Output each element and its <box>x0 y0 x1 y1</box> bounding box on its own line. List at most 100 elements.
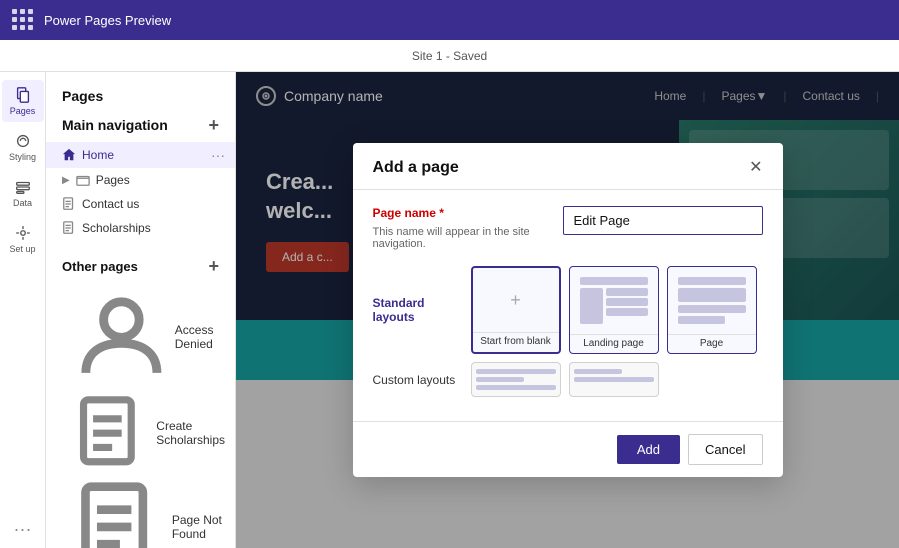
data-icon <box>14 178 32 196</box>
custom-lines-1 <box>476 369 556 390</box>
r-bar-2 <box>606 298 647 306</box>
c-line-2 <box>476 377 524 382</box>
folder-icon <box>76 173 90 187</box>
contact-page-icon <box>62 197 76 211</box>
rail-label-pages: Pages <box>10 106 36 116</box>
modal-close-button[interactable]: ✕ <box>749 160 762 176</box>
blank-label: Start from blank <box>473 332 559 351</box>
c-line-1 <box>476 369 556 374</box>
layout-card-landing[interactable]: Landing page <box>569 266 659 354</box>
modal-footer: Add Cancel <box>353 421 783 477</box>
r-bar-3 <box>606 308 647 316</box>
home-more-button[interactable]: ··· <box>211 147 225 163</box>
layout-card-page[interactable]: Page <box>667 266 757 354</box>
landing-layout <box>576 273 652 328</box>
landing-top-bar <box>580 277 648 285</box>
styling-icon <box>14 132 32 150</box>
standard-layouts-row: Standard layouts + Start from blank <box>373 266 763 354</box>
rail-label-styling: Styling <box>9 152 36 162</box>
page-top-bar <box>678 277 746 285</box>
home-icon <box>62 148 76 162</box>
sidebar-item-pages[interactable]: ▶ Pages <box>46 168 235 192</box>
rail-item-styling[interactable]: Styling <box>2 126 44 168</box>
landing-card-inner <box>570 267 658 334</box>
content-area: ↖ Company name Home | Pages▼ <box>236 72 899 548</box>
main-nav-heading: Main navigation + <box>46 112 235 142</box>
custom-lines-2 <box>574 369 654 382</box>
add-main-nav-button[interactable]: + <box>208 116 219 134</box>
rail-item-data[interactable]: Data <box>2 172 44 214</box>
c-line-3 <box>476 385 556 390</box>
add-page-button[interactable]: Add <box>617 435 680 464</box>
custom-layouts-label: Custom layouts <box>373 373 463 387</box>
custom-layout-cards <box>471 362 659 397</box>
modal-overlay: Add a page ✕ Page name * This name will … <box>236 72 899 548</box>
add-other-pages-button[interactable]: + <box>208 256 219 277</box>
scholarships-page-icon <box>62 221 76 235</box>
page-mid-bar <box>678 288 746 302</box>
pages-nav-label: Pages <box>96 173 130 187</box>
standard-layouts-label: Standard layouts <box>373 296 463 324</box>
custom-layout-card-1[interactable] <box>471 362 561 397</box>
c2-line-2 <box>574 377 654 382</box>
create-scholarships-icon <box>74 395 150 471</box>
sidebar-item-create-scholarships[interactable]: Create Scholarships <box>46 390 235 476</box>
page-bot-bar <box>678 316 726 324</box>
landing-row <box>580 288 648 324</box>
page-mid-bar2 <box>678 305 746 313</box>
cancel-button[interactable]: Cancel <box>688 434 762 465</box>
layout-card-blank[interactable]: + Start from blank <box>471 266 561 354</box>
sidebar-item-home[interactable]: Home ··· <box>46 142 235 168</box>
standard-layout-cards: + Start from blank <box>471 266 757 354</box>
field-text-group: Page name * This name will appear in the… <box>373 206 547 250</box>
custom-card-1-inner <box>472 363 560 396</box>
main-layout: Pages Styling Data Set up ··· <box>0 72 899 548</box>
setup-icon <box>14 224 32 242</box>
blank-icon: + <box>479 274 553 326</box>
app-title: Power Pages Preview <box>44 13 171 28</box>
modal-body: Page name * This name will appear in the… <box>353 190 783 421</box>
chevron-right-icon: ▶ <box>62 175 70 186</box>
field-hint: This name will appear in the site naviga… <box>373 226 547 250</box>
sidebar-title: Pages <box>46 84 235 112</box>
page-layout <box>674 273 750 328</box>
sidebar-item-scholarships[interactable]: Scholarships <box>46 216 235 240</box>
page-card-inner <box>668 267 756 334</box>
rail-label-data: Data <box>13 198 32 208</box>
sidebar-item-page-not-found[interactable]: Page Not Found <box>46 476 235 548</box>
r-bar-1 <box>606 288 647 296</box>
rail-item-pages[interactable]: Pages <box>2 80 44 122</box>
sidebar-item-access-denied[interactable]: Access Denied <box>46 285 235 390</box>
page-not-found-icon <box>74 481 166 548</box>
modal-header: Add a page ✕ <box>353 143 783 190</box>
landing-left <box>580 288 604 324</box>
contact-us-label: Contact us <box>82 197 139 211</box>
more-dots: ··· <box>14 519 32 539</box>
create-scholarships-label: Create Scholarships <box>156 419 225 447</box>
other-pages-heading: Other pages + <box>46 252 235 285</box>
c2-line-1 <box>574 369 622 374</box>
scholarships-label: Scholarships <box>82 221 151 235</box>
layouts-section: Standard layouts + Start from blank <box>373 266 763 397</box>
landing-right <box>606 288 647 324</box>
more-button[interactable]: ··· <box>14 519 32 540</box>
status-text: Site 1 - Saved <box>412 49 487 63</box>
icon-rail: Pages Styling Data Set up ··· <box>0 72 46 548</box>
sidebar-item-contact-us[interactable]: Contact us <box>46 192 235 216</box>
custom-layout-card-2[interactable] <box>569 362 659 397</box>
user-icon <box>74 290 169 385</box>
page-not-found-label: Page Not Found <box>172 513 225 541</box>
blank-card-inner: + <box>473 268 559 332</box>
access-denied-label: Access Denied <box>175 323 225 351</box>
pages-icon <box>14 86 32 104</box>
page-name-field-row: Page name * This name will appear in the… <box>373 206 763 250</box>
app-grid-icon[interactable] <box>12 9 34 31</box>
rail-item-setup[interactable]: Set up <box>2 218 44 260</box>
top-bar: Power Pages Preview <box>0 0 899 40</box>
page-name-input[interactable] <box>563 206 763 235</box>
rail-label-setup: Set up <box>9 244 35 254</box>
required-marker: * <box>439 206 444 220</box>
field-label: Page name * <box>373 206 547 220</box>
landing-label: Landing page <box>570 334 658 353</box>
page-label: Page <box>668 334 756 353</box>
